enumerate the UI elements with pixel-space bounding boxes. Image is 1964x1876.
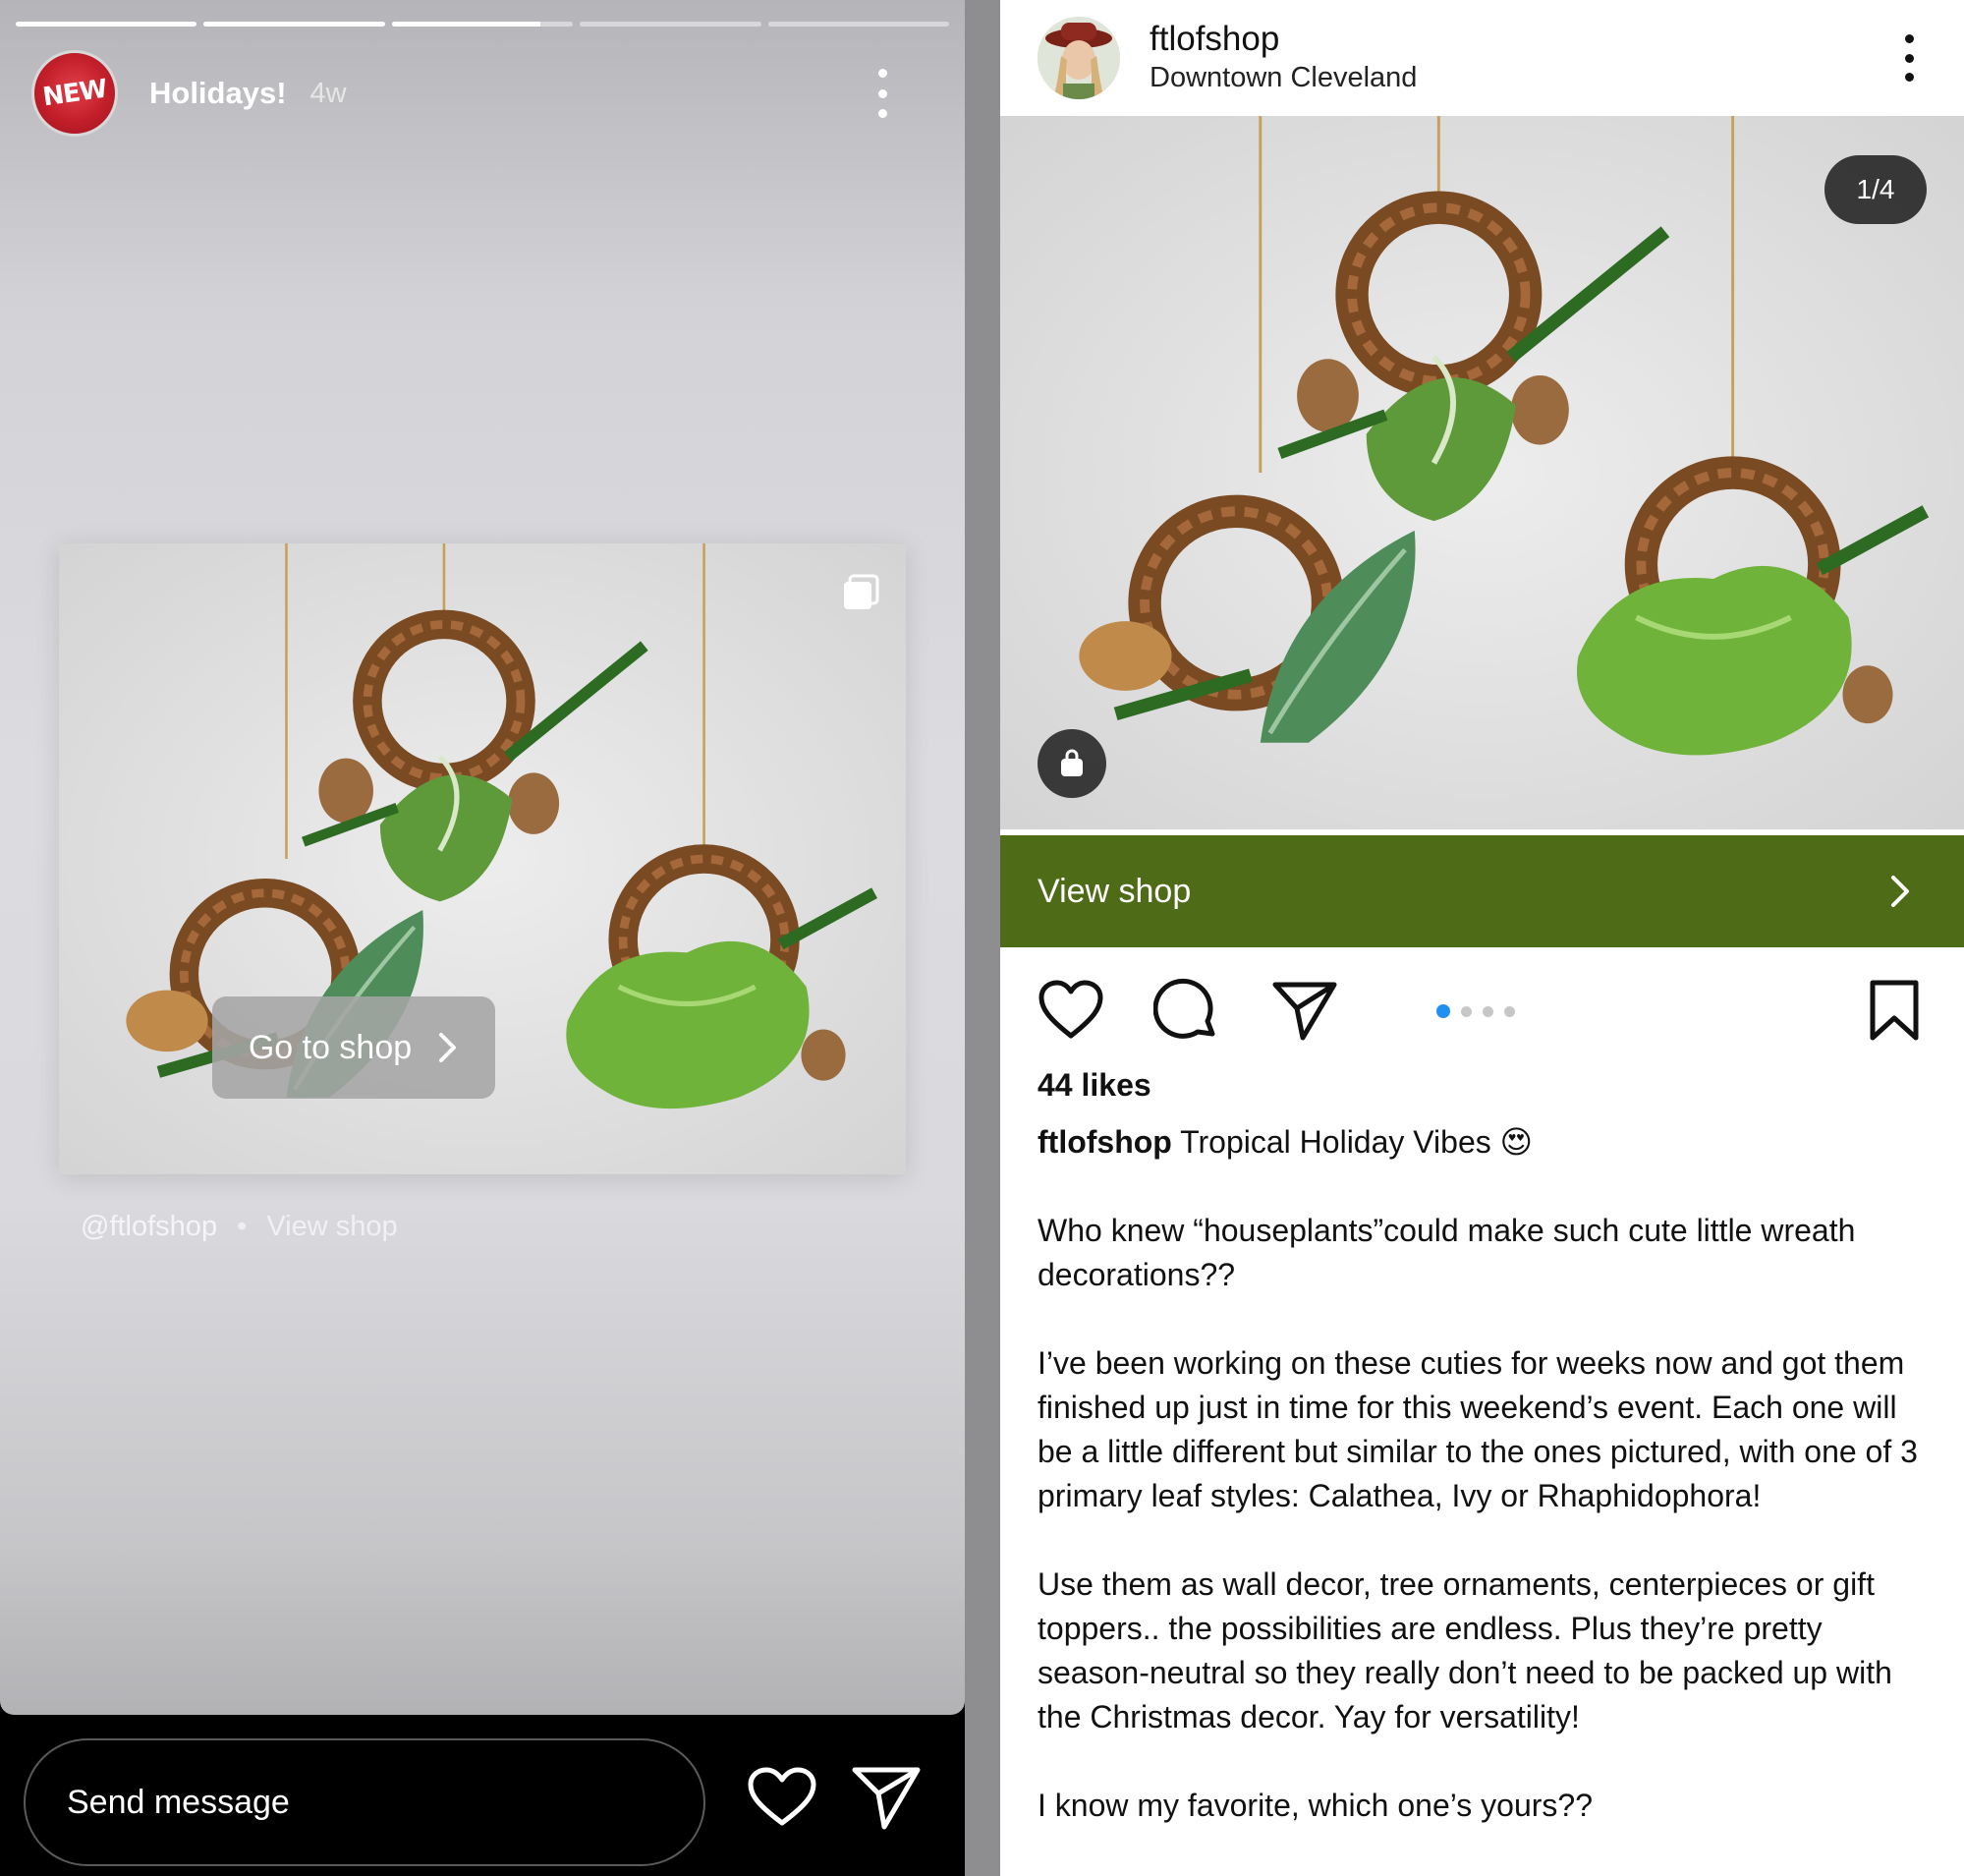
panel-divider	[965, 0, 1000, 1876]
heart-icon[interactable]	[747, 1766, 817, 1829]
feed-post: ftlofshop Downtown Cleveland 1/4 View sh…	[1000, 0, 1964, 1876]
progress-segment	[203, 22, 385, 27]
bookmark-icon[interactable]	[1861, 977, 1928, 1044]
progress-segment	[16, 22, 197, 27]
carousel-indicator	[1436, 1004, 1515, 1018]
post-actions	[1000, 967, 1964, 1055]
post-image-carousel[interactable]: 1/4	[1000, 116, 1964, 835]
story-timestamp: 4w	[309, 77, 347, 109]
post-credit: @ftlofshop • View shop	[81, 1211, 398, 1243]
progress-segment	[391, 22, 574, 27]
more-vertical-icon[interactable]	[1903, 34, 1915, 82]
post-username[interactable]: ftlofshop	[1150, 20, 1417, 59]
caption-title: Tropical Holiday Vibes	[1180, 1124, 1491, 1160]
caption-paragraph: Who knew “houseplants”could make such cu…	[1038, 1213, 1856, 1292]
caption-paragraph: I know my favorite, which one’s yours??	[1038, 1788, 1593, 1823]
post-location[interactable]: Downtown Cleveland	[1150, 59, 1417, 96]
credit-view-shop-link[interactable]: View shop	[266, 1211, 397, 1242]
send-message-placeholder: Send message	[67, 1783, 290, 1821]
view-shop-button[interactable]: View shop	[1000, 835, 1964, 947]
likes-count[interactable]: 44 likes	[1038, 1067, 1934, 1104]
carousel-dot	[1436, 1004, 1450, 1018]
send-icon[interactable]	[851, 1764, 922, 1831]
send-message-input[interactable]: Send message	[24, 1738, 705, 1866]
credit-separator: •	[237, 1211, 248, 1242]
story-avatar[interactable]: NEW	[31, 50, 118, 137]
story-canvas[interactable]: NEW Holidays! 4w Go to shop @ftlofshop •	[0, 0, 965, 1715]
wreath-photo	[1000, 116, 1964, 835]
progress-segment	[580, 22, 761, 27]
carousel-dot	[1461, 1005, 1472, 1017]
caption-headline: ftlofshop Tropical Holiday Vibes 😍	[1038, 1119, 1934, 1165]
story-reply-bar: Send message	[0, 1715, 965, 1876]
chevron-right-icon	[439, 1033, 457, 1062]
carousel-dot	[1504, 1005, 1515, 1017]
progress-segment	[767, 22, 950, 27]
heart-eyes-emoji: 😍	[1499, 1124, 1533, 1160]
heart-icon[interactable]	[1038, 977, 1104, 1044]
credit-handle[interactable]: @ftlofshop	[81, 1211, 217, 1242]
more-vertical-icon[interactable]	[876, 69, 888, 118]
chevron-right-icon	[1891, 876, 1909, 907]
send-icon[interactable]	[1271, 977, 1338, 1044]
avatar-badge-text: NEW	[40, 74, 109, 113]
shopping-bag-icon[interactable]	[1038, 729, 1106, 798]
view-shop-label: View shop	[1038, 872, 1192, 910]
go-to-shop-button[interactable]: Go to shop	[212, 996, 495, 1099]
story-title[interactable]: Holidays!	[149, 76, 287, 111]
story-header: NEW Holidays! 4w	[31, 49, 933, 138]
caption-paragraph: I’ve been working on these cuties for we…	[1038, 1345, 1918, 1513]
profile-photo	[1038, 17, 1120, 99]
caption-username[interactable]: ftlofshop	[1038, 1124, 1172, 1160]
post-header: ftlofshop Downtown Cleveland	[1000, 0, 1964, 116]
caption-paragraph: Use them as wall decor, tree ornaments, …	[1038, 1566, 1892, 1734]
image-counter: 1/4	[1824, 155, 1927, 224]
multi-image-icon	[844, 574, 879, 609]
carousel-dot	[1483, 1005, 1493, 1017]
go-to-shop-label: Go to shop	[248, 1028, 413, 1066]
comment-icon[interactable]	[1153, 977, 1220, 1044]
story-progress	[16, 22, 950, 27]
post-caption: 44 likes ftlofshop Tropical Holiday Vibe…	[1038, 1067, 1934, 1828]
story-viewer: NEW Holidays! 4w Go to shop @ftlofshop •	[0, 0, 965, 1876]
post-avatar[interactable]	[1038, 17, 1120, 99]
